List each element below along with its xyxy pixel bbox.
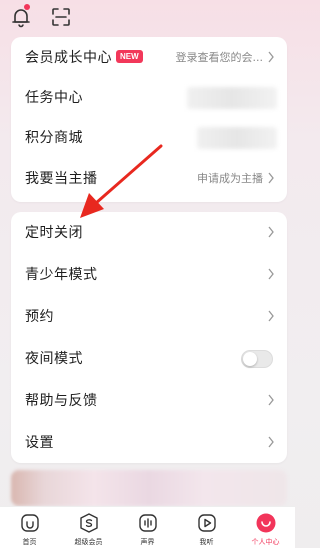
settings-card: 定时关闭 青少年模式 预约 夜间模式 帮助与反馈 设置: [11, 212, 287, 463]
become-host-row[interactable]: 我要当主播 申请成为主播: [11, 158, 287, 198]
login-hint-text: 登录查看您的会...: [175, 51, 264, 64]
apply-host-text: 申请成为主播: [197, 172, 263, 185]
blurred-value: [197, 127, 277, 149]
tab-super-vip-label: 超级会员: [74, 538, 103, 546]
chevron-right-icon: [268, 436, 274, 448]
night-mode-toggle[interactable]: [241, 350, 273, 368]
teen-mode-label: 青少年模式: [25, 267, 98, 283]
sleep-timer-row[interactable]: 定时关闭: [11, 212, 287, 252]
help-feedback-label: 帮助与反馈: [25, 393, 98, 409]
tab-home-label: 首页: [22, 538, 37, 546]
tab-voice-world-label: 声界: [140, 538, 155, 546]
chevron-right-icon: [268, 310, 274, 322]
scan-icon[interactable]: [50, 6, 72, 28]
points-mall-label: 积分商城: [25, 130, 83, 146]
night-mode-label: 夜间模式: [25, 351, 83, 367]
vip-icon: [79, 513, 98, 533]
notification-dot: [24, 4, 30, 10]
night-mode-row: 夜间模式: [11, 338, 287, 378]
bottom-tab-bar: 首页 超级会员 声界 我听 个人中心: [0, 506, 295, 548]
help-feedback-row[interactable]: 帮助与反馈: [11, 380, 287, 420]
become-host-label: 我要当主播: [25, 171, 98, 187]
settings-row[interactable]: 设置: [11, 422, 287, 462]
new-badge: NEW: [116, 50, 143, 63]
home-icon: [20, 514, 39, 532]
account-services-card: 会员成长中心 NEW 登录查看您的会... 任务中心 积分商城 我要当主播 申请…: [11, 37, 287, 202]
play-icon: [197, 514, 216, 532]
soundwave-icon: [138, 514, 157, 532]
tab-my-listening-label: 我听: [199, 538, 214, 546]
member-growth-center-row[interactable]: 会员成长中心 NEW 登录查看您的会...: [11, 37, 287, 77]
task-center-row[interactable]: 任务中心: [11, 77, 287, 117]
chevron-right-icon: [268, 268, 274, 280]
tab-profile[interactable]: 个人中心: [236, 507, 295, 548]
teen-mode-row[interactable]: 青少年模式: [11, 254, 287, 294]
sleep-timer-label: 定时关闭: [25, 225, 83, 241]
blurred-value: [187, 87, 277, 109]
task-center-label: 任务中心: [25, 90, 83, 106]
reservation-row[interactable]: 预约: [11, 296, 287, 336]
chevron-right-icon: [268, 172, 274, 184]
blurred-mini-player[interactable]: [11, 470, 287, 506]
tab-profile-label: 个人中心: [251, 538, 280, 546]
tab-voice-world[interactable]: 声界: [118, 507, 177, 548]
chevron-right-icon: [268, 51, 274, 63]
tab-super-vip[interactable]: 超级会员: [59, 507, 118, 548]
chevron-right-icon: [268, 226, 274, 238]
tab-home[interactable]: 首页: [0, 507, 59, 548]
profile-icon: [256, 513, 275, 533]
settings-label: 设置: [25, 435, 54, 451]
member-growth-center-label: 会员成长中心: [25, 50, 112, 66]
tab-my-listening[interactable]: 我听: [177, 507, 236, 548]
points-mall-row[interactable]: 积分商城: [11, 117, 287, 157]
top-bar: [0, 0, 295, 36]
reservation-label: 预约: [25, 309, 54, 325]
toggle-knob: [243, 352, 257, 366]
chevron-right-icon: [268, 394, 274, 406]
